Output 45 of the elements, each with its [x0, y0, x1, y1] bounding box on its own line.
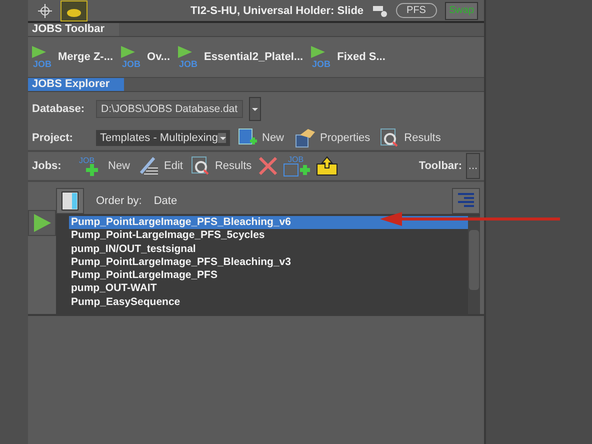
project-label: Project: — [32, 132, 74, 144]
toolbar-button[interactable]: New — [236, 128, 286, 148]
project-value: Templates - Multiplexing — [100, 132, 218, 144]
order-label: Order by: — [96, 195, 142, 207]
database-label: Database: — [32, 103, 86, 115]
job-list-item[interactable]: Pump_PointLargeImage_PFS_Bleaching_v3 — [69, 256, 468, 270]
database-field[interactable]: D:\JOBS\JOBS Database.dat — [96, 100, 243, 118]
panel-tab[interactable]: JOBS Toolbar — [28, 23, 119, 36]
caret-icon — [218, 133, 226, 143]
toolbar-button[interactable]: Edit — [136, 156, 185, 176]
caret-icon — [252, 108, 258, 110]
toolbar-button[interactable]: JOB New — [76, 155, 132, 177]
job-list-item[interactable]: pump_OUT-WAIT — [69, 282, 468, 296]
job-button[interactable]: JOB Essential2_PlateI... — [176, 46, 304, 68]
microscope-status: TI2-S-HU, Universal Holder: Slide — [190, 4, 364, 16]
columns-button[interactable] — [56, 188, 84, 214]
job-list-item[interactable]: Pump_PointLargeImage_PFS — [69, 269, 468, 282]
job-list-item[interactable]: Pump_EasySequence — [69, 296, 468, 310]
toolbar-button[interactable]: Results — [378, 128, 443, 148]
project-dropdown[interactable]: Templates - Multiplexing — [96, 130, 230, 146]
order-value: Date — [154, 195, 178, 207]
dropdown-button[interactable] — [248, 97, 261, 121]
magnifier-document-icon — [190, 156, 211, 176]
pencil-lines-icon — [138, 156, 160, 176]
job-button[interactable]: JOB Merge Z-... — [30, 46, 114, 68]
job-button[interactable]: JOB Ov... — [119, 46, 170, 68]
more-button[interactable]: ... — [466, 153, 480, 179]
play-icon — [33, 214, 51, 232]
jobs-label: Jobs: — [32, 160, 62, 172]
crosshair-icon[interactable] — [38, 4, 52, 18]
toolbar-button[interactable]: Results — [188, 156, 254, 176]
job-button[interactable]: JOB Fixed S... — [309, 46, 386, 68]
toolbar-button[interactable]: Properties — [292, 128, 372, 148]
columns-icon — [61, 191, 79, 211]
run-button[interactable] — [28, 210, 56, 236]
scrollbar[interactable] — [468, 216, 480, 314]
toolbar-label: Toolbar: — [418, 160, 462, 172]
folder-arrow-icon[interactable] — [316, 156, 338, 176]
lines-icon — [456, 192, 476, 210]
panel-tab[interactable]: JOBS Explorer — [28, 78, 124, 91]
job-list-item[interactable]: pump_IN/OUT_testsignal — [69, 242, 468, 256]
magnifier-document-icon — [380, 128, 400, 148]
pfs-button[interactable]: PFS — [396, 3, 437, 18]
job-list-item[interactable]: Pump_Point-LargeImage_PFS_5cycles — [69, 229, 468, 243]
job-list-item[interactable]: Pump_PointLargeImage_PFS_Bleaching_v6 — [69, 216, 468, 230]
